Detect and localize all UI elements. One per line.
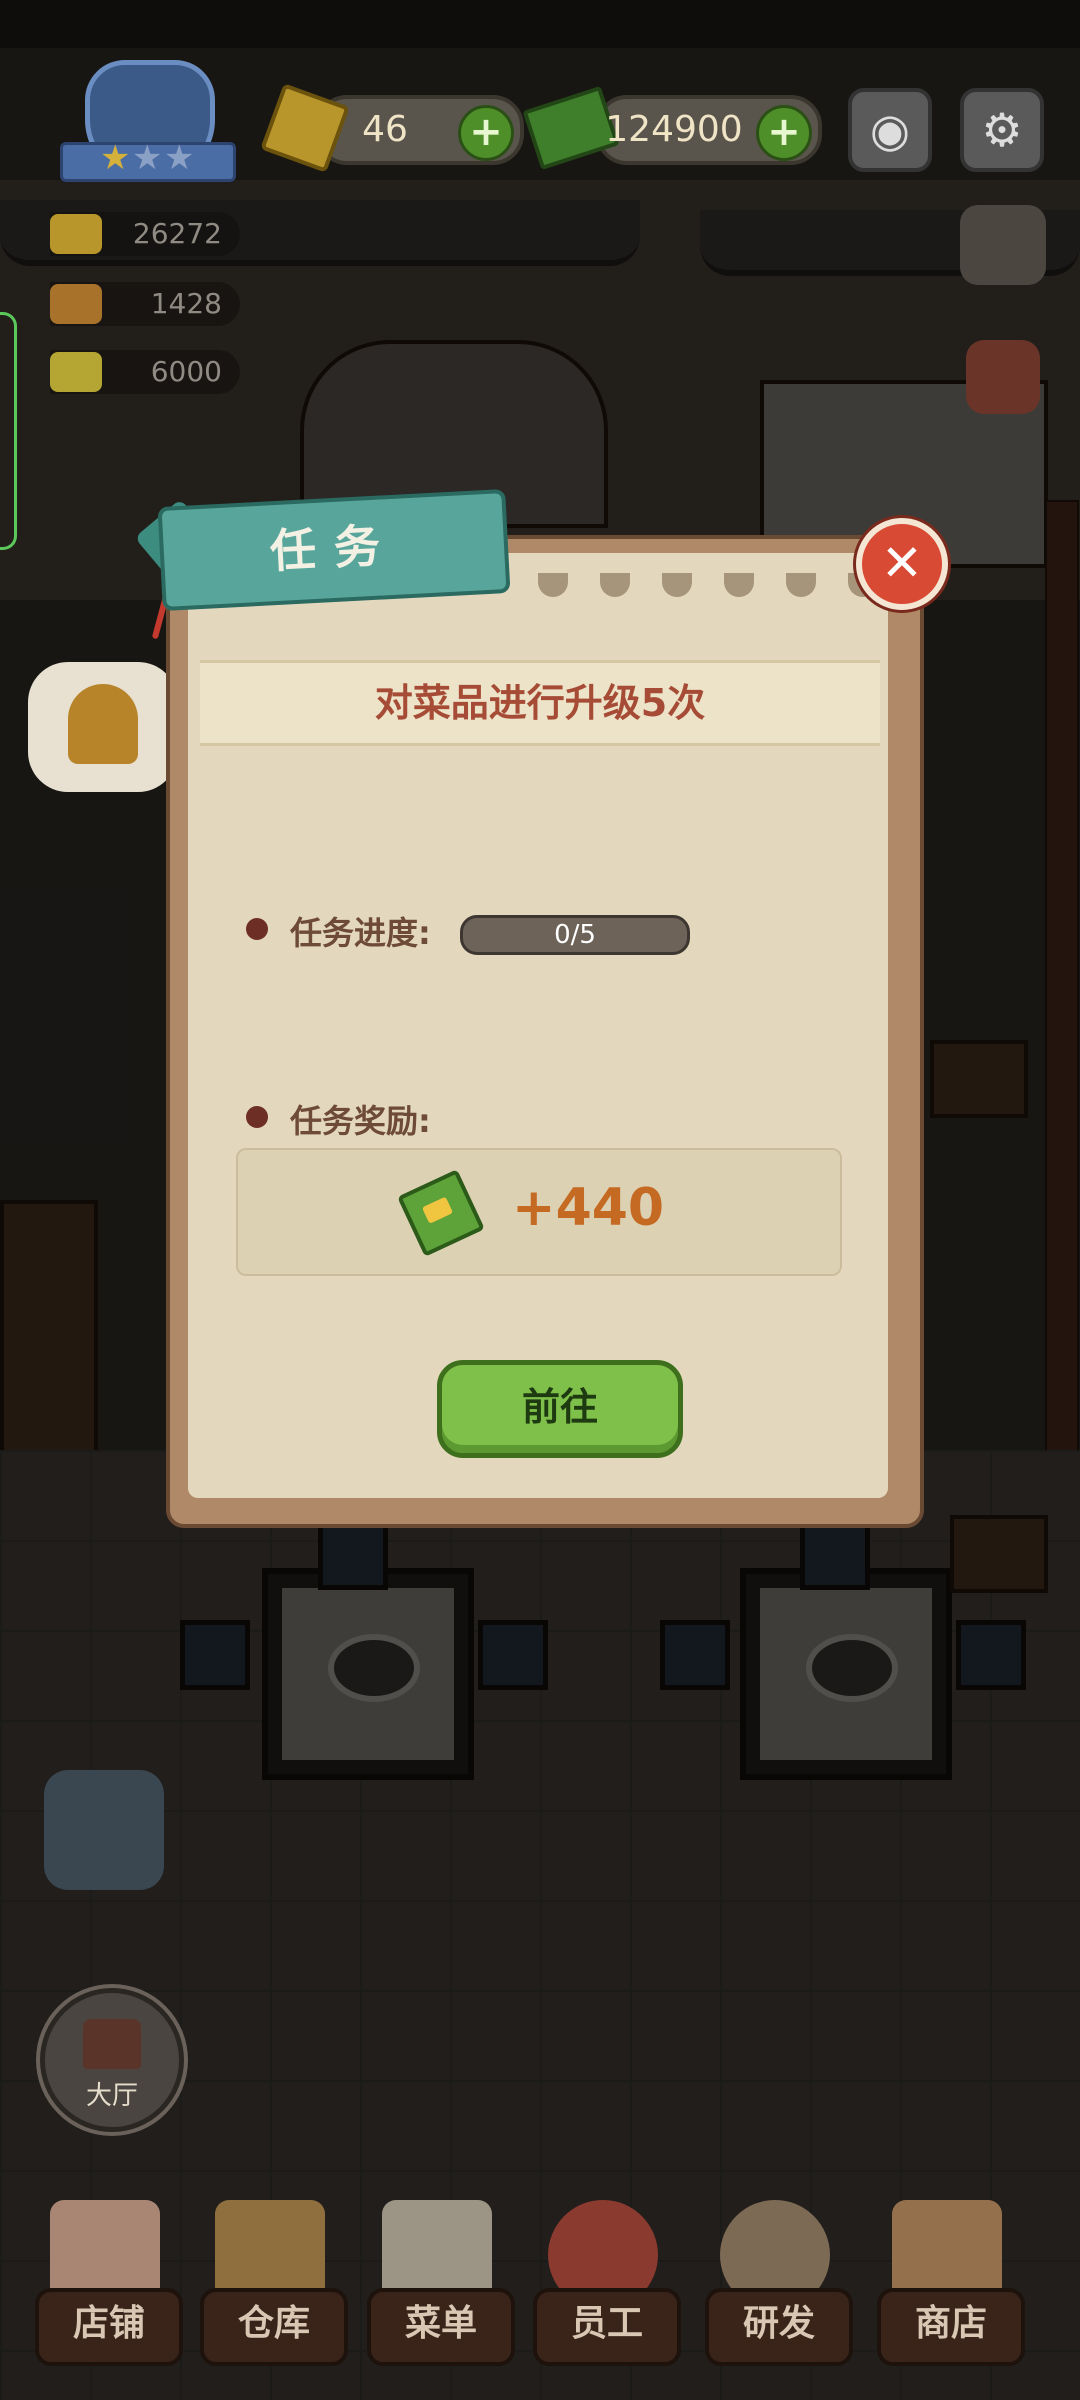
nav-store[interactable]: 商店: [872, 2190, 1025, 2390]
dialog-title: 任务: [157, 488, 511, 612]
add-gems-button[interactable]: +: [458, 105, 514, 161]
nav-staff[interactable]: 员工: [528, 2190, 681, 2390]
level-badge-icon[interactable]: ★ ★ ★: [60, 60, 236, 190]
nav-shop-store[interactable]: 店铺: [30, 2190, 183, 2390]
nav-label: 研发: [705, 2288, 853, 2366]
hall-button[interactable]: 大厅: [40, 1988, 184, 2132]
stat-row: 6000: [50, 350, 240, 394]
dish-icon: [50, 284, 102, 324]
reward-value: +440: [512, 1178, 665, 1238]
progress-label: 任务进度:: [290, 914, 431, 952]
close-button[interactable]: ✕: [856, 518, 948, 610]
nav-label: 菜单: [367, 2288, 515, 2366]
nav-label: 仓库: [200, 2288, 348, 2366]
nav-warehouse[interactable]: 仓库: [195, 2190, 348, 2390]
recipe-book-icon[interactable]: [966, 340, 1040, 414]
nav-label: 店铺: [35, 2288, 183, 2366]
ticket-icon: [50, 352, 102, 392]
cash-value: 124900: [605, 109, 743, 150]
gem-counter: 46 +: [260, 83, 524, 173]
bottom-nav: 店铺 仓库 菜单 员工 研发 商店: [0, 2190, 1080, 2400]
reward-box: +440: [236, 1148, 842, 1276]
nav-menu[interactable]: 菜单: [362, 2190, 515, 2390]
stat-row: 26272: [50, 212, 240, 256]
nav-label: 商店: [877, 2288, 1025, 2366]
side-panel-tab[interactable]: [0, 312, 17, 550]
bell-icon[interactable]: [28, 662, 178, 792]
paper-holes: [538, 573, 878, 603]
progress-value: 0/5: [554, 920, 596, 950]
hall-icon: [83, 2019, 141, 2069]
task-description: 对菜品进行升级5次: [200, 660, 880, 746]
stat-value: 26272: [132, 217, 222, 250]
gear-icon[interactable]: ⚙: [960, 88, 1044, 172]
cash-counter: 124900 +: [522, 85, 822, 171]
camera-icon[interactable]: ◉: [848, 88, 932, 172]
gem-value: 46: [362, 109, 408, 150]
bullet-icon: [246, 1106, 268, 1128]
add-cash-button[interactable]: +: [756, 105, 812, 161]
reward-label: 任务奖励:: [290, 1102, 431, 1140]
nav-label: 员工: [533, 2288, 681, 2366]
stat-value: 1428: [150, 287, 222, 320]
clipboard-icon[interactable]: [44, 1770, 164, 1890]
stat-value: 6000: [150, 355, 222, 388]
cash-bundle-icon: [397, 1169, 485, 1257]
book-icon[interactable]: [960, 205, 1046, 285]
stat-row: 1428: [50, 282, 240, 326]
go-button[interactable]: 前往: [437, 1360, 683, 1458]
task-progress-bar: 0/5: [460, 915, 690, 955]
ingot-icon: [50, 214, 102, 254]
hall-label: 大厅: [85, 2081, 138, 2111]
bullet-icon: [246, 918, 268, 940]
nav-research[interactable]: 研发: [700, 2190, 853, 2390]
